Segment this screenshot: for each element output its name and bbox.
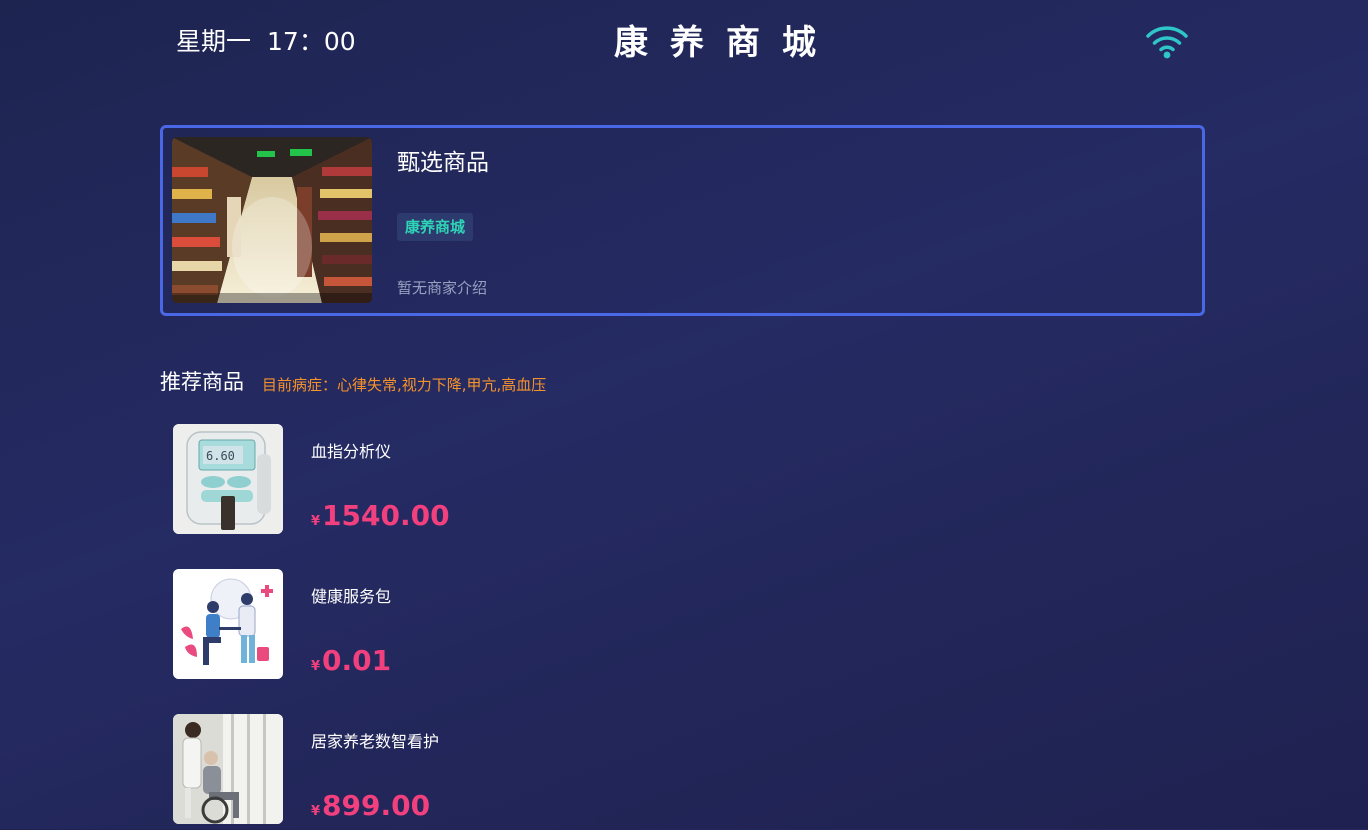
health-service-illustration [173, 569, 283, 679]
product-name: 健康服务包 [311, 587, 392, 606]
product-price: ¥1540.00 [311, 498, 450, 540]
featured-title: 甄选商品 [397, 150, 489, 176]
product-price: ¥899.00 [311, 788, 430, 830]
product-name: 血指分析仪 [311, 442, 392, 461]
product-item[interactable]: 健康服务包 ¥0.01 [173, 569, 1073, 681]
wifi-icon [1146, 26, 1188, 59]
product-item[interactable]: 6.60 血指分析仪 ¥1540.00 [173, 424, 1073, 536]
currency-symbol: ¥ [311, 514, 321, 529]
current-condition-text: 目前病症：心律失常,视力下降,甲亢,高血压 [262, 376, 547, 394]
price-amount: 899.00 [322, 789, 431, 822]
elderly-care-photo [173, 714, 283, 824]
featured-store-card[interactable]: 甄选商品 康养商城 暂无商家介绍 [160, 125, 1205, 316]
blood-analyzer-photo: 6.60 [173, 424, 283, 534]
supermarket-aisle-photo [172, 137, 372, 303]
currency-symbol: ¥ [311, 804, 321, 819]
svg-text:6.60: 6.60 [206, 449, 235, 463]
currency-symbol: ¥ [311, 659, 321, 674]
product-price: ¥0.01 [311, 643, 391, 685]
price-amount: 0.01 [322, 644, 392, 677]
store-tag-badge: 康养商城 [397, 213, 474, 241]
store-description: 暂无商家介绍 [397, 279, 488, 297]
recommended-heading: 推荐商品 [160, 370, 244, 394]
product-name: 居家养老数智看护 [311, 732, 440, 751]
price-amount: 1540.00 [322, 499, 450, 532]
product-item[interactable]: 居家养老数智看护 ¥899.00 [173, 714, 1073, 826]
